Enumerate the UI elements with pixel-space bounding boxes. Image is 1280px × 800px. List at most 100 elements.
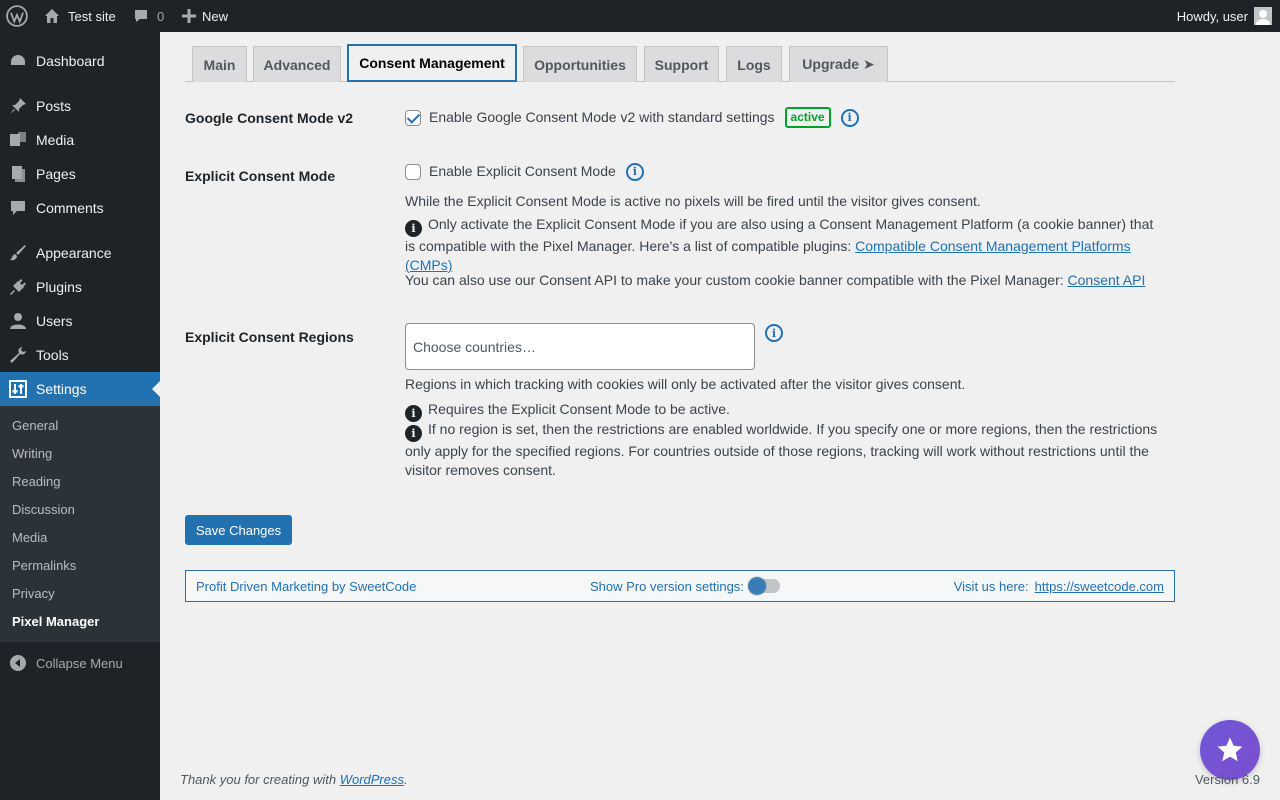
tab-upgrade[interactable]: Upgrade ➤ xyxy=(789,46,888,82)
sidebar-item-settings[interactable]: Settings xyxy=(0,372,160,406)
visit-label: Visit us here: xyxy=(953,578,1029,594)
sidebar-item-label: Tools xyxy=(36,347,69,363)
collapse-label: Collapse Menu xyxy=(36,655,123,671)
submenu-reading[interactable]: Reading xyxy=(12,474,60,489)
info-icon[interactable]: i xyxy=(625,162,644,181)
footer-thanks: Thank you for creating with WordPress. xyxy=(180,772,408,787)
tab-advanced[interactable]: Advanced xyxy=(253,46,341,82)
sidebar-item-label: Posts xyxy=(36,98,72,114)
admin-sidebar: Dashboard Posts Media Pages Comments App… xyxy=(0,32,160,800)
sidebar-item-label: Settings xyxy=(36,381,87,397)
sidebar-item-tools[interactable]: Tools xyxy=(0,338,160,372)
regions-note-2: i If no region is set, then the restricti… xyxy=(405,420,1165,480)
comments-link[interactable]: 0 xyxy=(133,0,164,32)
tab-consent-management[interactable]: Consent Management xyxy=(347,44,517,82)
info-icon[interactable]: i xyxy=(840,108,859,127)
regions-description: Regions in which tracking with cookies w… xyxy=(405,376,966,392)
sidebar-item-label: Users xyxy=(36,313,73,329)
sidebar-item-appearance[interactable]: Appearance xyxy=(0,236,160,270)
admin-bar: Test site 0 New Howdy, user xyxy=(0,0,1280,32)
tab-logs[interactable]: Logs xyxy=(726,46,782,82)
regions-label: Explicit Consent Regions xyxy=(185,329,354,345)
pin-icon xyxy=(0,97,36,115)
wordpress-link[interactable]: WordPress xyxy=(340,772,404,787)
howdy-text: Howdy, user xyxy=(1176,8,1248,24)
brush-icon xyxy=(0,244,36,262)
new-content-link[interactable]: New xyxy=(182,0,228,32)
sidebar-item-label: Pages xyxy=(36,166,76,182)
tab-opportunities[interactable]: Opportunities xyxy=(523,46,637,82)
info-filled-icon: i xyxy=(405,220,422,237)
explicit-field: Enable Explicit Consent Mode i xyxy=(405,162,644,181)
sidebar-item-dashboard[interactable]: Dashboard xyxy=(0,44,160,78)
consent-api-text: You can also use our Consent API to make… xyxy=(405,272,1068,288)
footer-thanks-end: . xyxy=(404,772,408,787)
tab-support[interactable]: Support xyxy=(644,46,719,82)
explicit-checkbox[interactable] xyxy=(405,163,421,180)
submenu-pixel-manager[interactable]: Pixel Manager xyxy=(12,614,99,629)
settings-icon xyxy=(0,380,36,398)
account-menu[interactable]: Howdy, user xyxy=(1177,0,1272,32)
pro-settings-toggle[interactable] xyxy=(747,577,780,595)
sidebar-item-label: Media xyxy=(36,132,75,148)
submenu-writing[interactable]: Writing xyxy=(12,446,52,461)
gcm-field: Enable Google Consent Mode v2 with stand… xyxy=(405,107,859,128)
sidebar-item-label: Comments xyxy=(36,200,104,216)
star-icon xyxy=(1217,737,1243,762)
sidebar-item-plugins[interactable]: Plugins xyxy=(0,270,160,304)
explicit-label: Explicit Consent Mode xyxy=(185,168,336,184)
plugin-footer-box: Profit Driven Marketing by SweetCode Sho… xyxy=(185,570,1175,602)
tab-main[interactable]: Main xyxy=(192,46,247,82)
sidebar-item-comments[interactable]: Comments xyxy=(0,191,160,225)
sidebar-item-media[interactable]: Media xyxy=(0,123,160,157)
dashboard-icon xyxy=(0,52,36,70)
consent-api-line: You can also use our Consent API to make… xyxy=(405,271,1165,290)
submenu-permalinks[interactable]: Permalinks xyxy=(12,558,76,573)
sidebar-item-label: Plugins xyxy=(36,279,82,295)
wrench-icon xyxy=(0,346,36,364)
main-content: Main Advanced Consent Management Opportu… xyxy=(160,32,1280,800)
submenu-privacy[interactable]: Privacy xyxy=(12,586,55,601)
regions-note-2-text: If no region is set, then the restrictio… xyxy=(405,421,1158,478)
sidebar-item-label: Dashboard xyxy=(36,53,105,69)
info-icon[interactable]: i xyxy=(765,324,783,342)
home-icon xyxy=(45,9,59,23)
media-icon xyxy=(0,131,36,149)
status-badge: active xyxy=(784,107,831,128)
collapse-menu-button[interactable]: Collapse Menu xyxy=(0,646,160,680)
star-fab-button[interactable] xyxy=(1200,720,1260,780)
consent-api-link[interactable]: Consent API xyxy=(1068,272,1146,288)
pro-settings-toggle-row: Show Pro version settings: xyxy=(590,571,780,601)
explicit-checkbox-label: Enable Explicit Consent Mode xyxy=(429,163,616,179)
sidebar-item-users[interactable]: Users xyxy=(0,304,160,338)
gcm-checkbox[interactable] xyxy=(405,109,421,126)
explicit-description: While the Explicit Consent Mode is activ… xyxy=(405,193,981,209)
info-filled-icon: i xyxy=(405,425,422,442)
wordpress-logo-icon[interactable] xyxy=(6,0,30,32)
visit-row: Visit us here: https://sweetcode.com xyxy=(954,571,1164,601)
save-changes-button[interactable]: Save Changes xyxy=(185,515,292,545)
footer-thanks-text: Thank you for creating with xyxy=(180,772,340,787)
pro-settings-label: Show Pro version settings: xyxy=(590,578,744,594)
sidebar-item-posts[interactable]: Posts xyxy=(0,89,160,123)
version-text: Version 6.9 xyxy=(1194,772,1260,787)
avatar xyxy=(1254,7,1272,25)
countries-placeholder: Choose countries… xyxy=(413,338,536,355)
comments-count: 0 xyxy=(157,8,165,24)
explicit-note: i Only activate the Explicit Consent Mode… xyxy=(405,215,1165,275)
sweetcode-link[interactable]: https://sweetcode.com xyxy=(1035,579,1164,594)
submenu-discussion[interactable]: Discussion xyxy=(12,502,75,517)
settings-submenu: General Writing Reading Discussion Media… xyxy=(0,406,160,642)
site-name-link[interactable]: Test site xyxy=(44,0,116,32)
settings-tabs: Main Advanced Consent Management Opportu… xyxy=(185,44,1175,82)
brand-link[interactable]: Profit Driven Marketing by SweetCode xyxy=(196,571,416,601)
comment-icon xyxy=(0,199,36,217)
sidebar-item-pages[interactable]: Pages xyxy=(0,157,160,191)
user-icon xyxy=(0,312,36,330)
countries-select[interactable]: Choose countries… xyxy=(405,323,755,370)
submenu-general[interactable]: General xyxy=(12,418,58,433)
plus-icon xyxy=(182,9,196,23)
new-label: New xyxy=(202,8,229,24)
submenu-media[interactable]: Media xyxy=(12,530,47,545)
regions-note-1: i Requires the Explicit Consent Mode to b… xyxy=(405,400,1165,422)
